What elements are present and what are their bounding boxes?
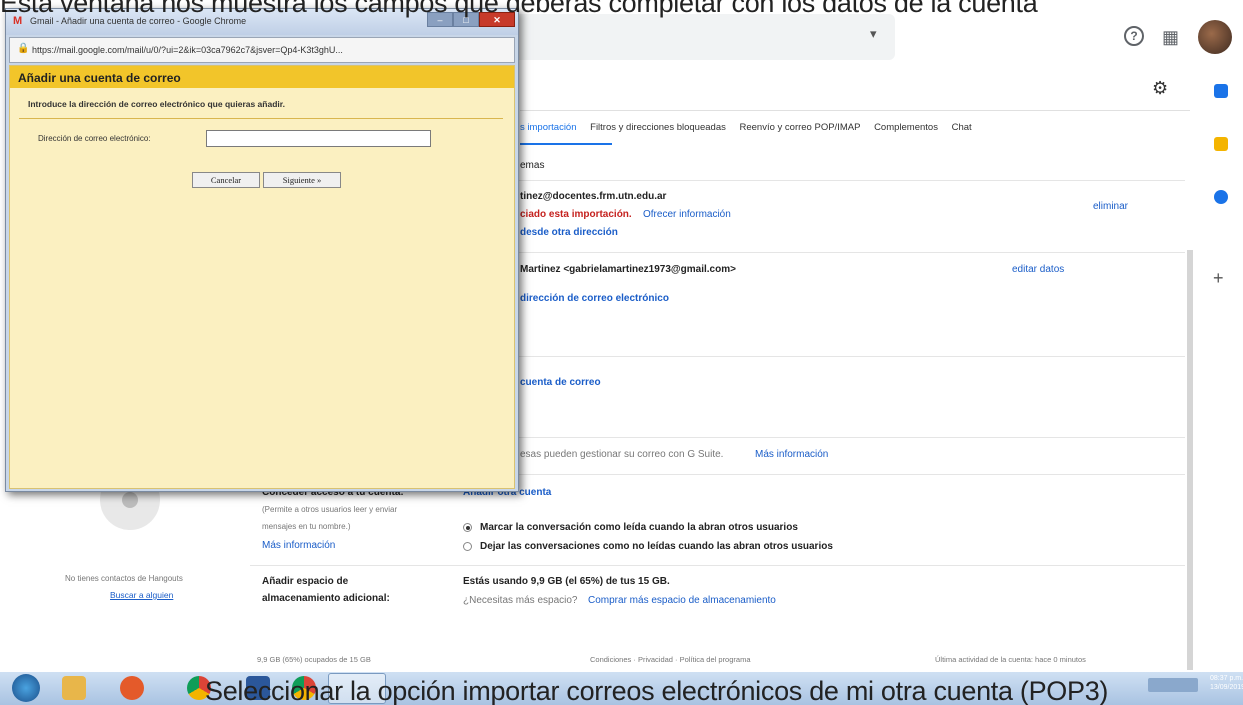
start-button-icon[interactable]	[12, 674, 40, 702]
header-divider	[520, 110, 1190, 111]
popup-body: Añadir una cuenta de correo Introduce la…	[9, 65, 515, 489]
buy-storage-link[interactable]: Comprar más espacio de almacenamiento	[588, 595, 776, 606]
system-tray[interactable]	[1148, 678, 1198, 692]
mark-read-label: Marcar la conversación como leída cuando…	[480, 522, 798, 533]
import-email: tinez@docentes.frm.utn.edu.ar	[520, 191, 667, 202]
tab-complementos[interactable]: Complementos	[874, 122, 938, 133]
import-status: ciado esta importación.	[520, 209, 632, 220]
add-account-popup-window: M Gmail - Añadir una cuenta de correo - …	[5, 8, 519, 492]
footer-links[interactable]: Condiciones · Privacidad · Política del …	[590, 655, 751, 664]
storage-title: almacenamiento adicional:	[262, 593, 390, 604]
mark-read-radio[interactable]	[463, 523, 472, 532]
avatar[interactable]	[1198, 20, 1232, 54]
hangouts-empty-text: No tienes contactos de Hangouts	[65, 574, 183, 583]
storage-usage: Estás usando 9,9 GB (el 65%) de tus 15 G…	[463, 576, 670, 587]
active-tab-indicator	[520, 143, 612, 145]
add-mail-account-link[interactable]: cuenta de correo	[520, 377, 601, 388]
grant-description: mensajes en tu nombre.)	[262, 522, 351, 531]
help-icon[interactable]: ?	[1124, 26, 1144, 46]
address-bar[interactable]: 🔒 https://mail.google.com/mail/u/0/?ui=2…	[9, 37, 515, 63]
popup-instructions: Introduce la dirección de correo electró…	[28, 99, 285, 109]
clock-time: 08:37 p.m.	[1210, 675, 1243, 682]
import-delete-link[interactable]: eliminar	[1093, 201, 1128, 212]
media-player-icon[interactable]	[120, 676, 144, 700]
taskbar-clock[interactable]: 08:37 p.m. 13/09/2019	[1210, 674, 1243, 692]
keep-unread-radio[interactable]	[463, 542, 472, 551]
search-input[interactable]	[470, 14, 895, 60]
gsuite-more-info-link[interactable]: Más información	[755, 449, 828, 460]
grant-description: (Permite a otros usuarios leer y enviar	[262, 505, 398, 514]
add-addon-icon[interactable]: +	[1213, 268, 1224, 289]
top-caption: Esta ventana nos muestra los campos que …	[0, 0, 1038, 18]
add-address-link[interactable]: dirección de correo electrónico	[520, 293, 669, 304]
popup-url: https://mail.google.com/mail/u/0/?ui=2&i…	[32, 45, 343, 55]
popup-heading: Añadir una cuenta de correo	[18, 71, 181, 85]
section-text: emas	[520, 160, 545, 171]
tab-importacion[interactable]: s importación	[520, 122, 577, 133]
keep-icon[interactable]	[1214, 137, 1228, 151]
footer-usage: 9,9 GB (65%) ocupados de 15 GB	[257, 655, 371, 664]
storage-question: ¿Necesitas más espacio?	[463, 595, 578, 606]
divider	[250, 565, 1185, 566]
gear-icon[interactable]: ⚙	[1152, 78, 1168, 99]
tasks-icon[interactable]	[1214, 190, 1228, 204]
email-field-label: Dirección de correo electrónico:	[38, 134, 151, 143]
email-field[interactable]	[206, 130, 431, 147]
storage-title: Añadir espacio de	[262, 576, 349, 587]
tab-chat[interactable]: Chat	[952, 122, 972, 133]
grant-more-info-link[interactable]: Más información	[262, 540, 335, 551]
edit-info-link[interactable]: editar datos	[1012, 264, 1064, 275]
sendas-address: Martinez <gabrielamartinez1973@gmail.com…	[520, 264, 736, 275]
keep-unread-label: Dejar las conversaciones como no leídas …	[480, 541, 833, 552]
bottom-caption: Seleccionar la opción importar correos e…	[205, 676, 1109, 705]
apps-grid-icon[interactable]: ▦	[1162, 27, 1179, 48]
next-button[interactable]: Siguiente »	[263, 172, 341, 188]
popup-heading-bar: Añadir una cuenta de correo	[10, 66, 514, 88]
find-someone-link[interactable]: Buscar a alguien	[110, 590, 173, 600]
file-explorer-icon[interactable]	[62, 676, 86, 700]
cancel-button[interactable]: Cancelar	[192, 172, 260, 188]
import-more-info-link[interactable]: Ofrecer información	[643, 209, 731, 220]
import-other-link[interactable]: desde otra dirección	[520, 227, 618, 238]
clock-date: 13/09/2019	[1210, 684, 1243, 691]
footer-activity: Última actividad de la cuenta: hace 0 mi…	[935, 655, 1086, 664]
scrollbar[interactable]	[1187, 250, 1193, 670]
settings-tabs: s importación Filtros y direcciones bloq…	[520, 122, 983, 133]
lock-icon: 🔒	[17, 43, 30, 54]
gsuite-text: esas pueden gestionar su correo con G Su…	[520, 449, 724, 460]
popup-divider	[19, 118, 503, 119]
calendar-icon[interactable]	[1214, 84, 1228, 98]
tab-reenvio[interactable]: Reenvío y correo POP/IMAP	[740, 122, 861, 133]
search-options-icon[interactable]: ▾	[870, 26, 877, 42]
tab-filtros[interactable]: Filtros y direcciones bloqueadas	[590, 122, 726, 133]
